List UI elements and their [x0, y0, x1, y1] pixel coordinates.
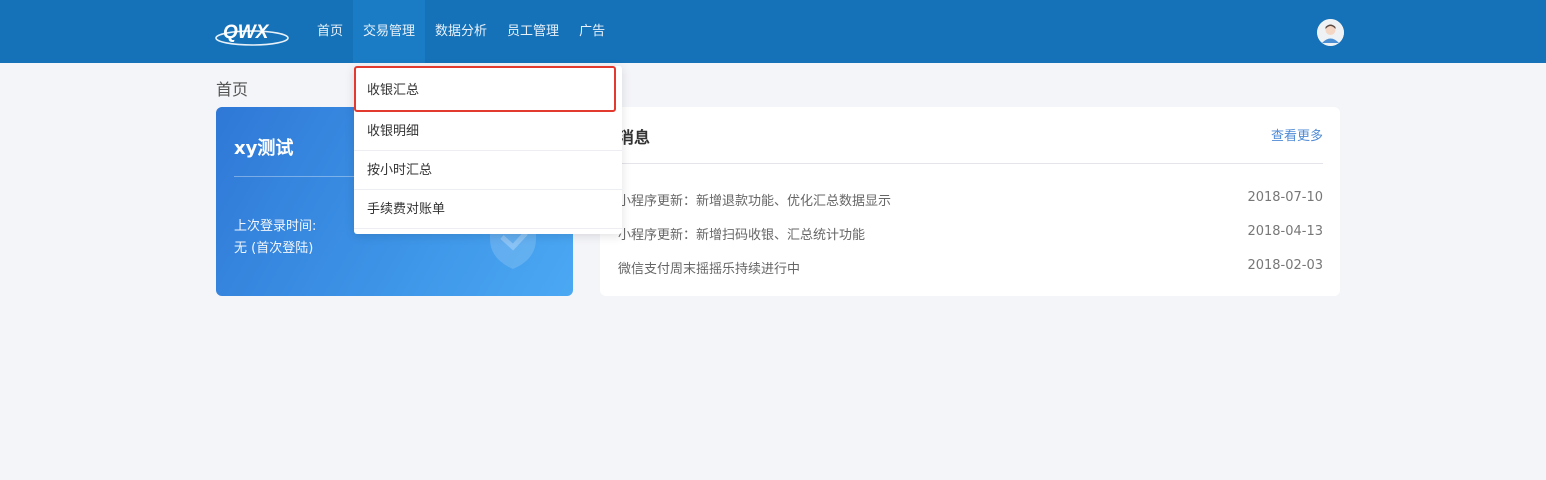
main-nav: 首页 交易管理 数据分析 员工管理 广告 — [307, 0, 615, 63]
message-item[interactable]: 微信支付周末摇摇乐持续进行中 2018-02-03 — [618, 258, 1323, 278]
last-login-value: 无 (首次登陆) — [234, 241, 314, 256]
nav-staff[interactable]: 员工管理 — [497, 0, 569, 63]
page-title: 首页 — [216, 80, 249, 99]
messages-title: 消息 — [618, 128, 651, 147]
nav-transactions[interactable]: 交易管理 — [353, 0, 426, 63]
qwx-logo[interactable]: QWX — [214, 18, 290, 48]
last-login-label: 上次登录时间: — [234, 219, 317, 234]
messages-card: 消息 查看更多 小程序更新：新增退款功能、优化汇总数据显示 2018-07-10… — [600, 107, 1340, 296]
avatar-icon — [1317, 19, 1344, 46]
nav-ads[interactable]: 广告 — [569, 0, 615, 63]
svg-text:QWX: QWX — [223, 22, 270, 43]
message-date: 2018-04-13 — [1247, 224, 1323, 239]
view-more-link[interactable]: 查看更多 — [1271, 125, 1323, 144]
message-date: 2018-07-10 — [1247, 190, 1323, 205]
menu-item-cashier-detail[interactable]: 收银明细 — [354, 112, 622, 151]
message-date: 2018-02-03 — [1247, 258, 1323, 273]
menu-item-hourly-summary[interactable]: 按小时汇总 — [354, 151, 622, 190]
message-text: 小程序更新：新增退款功能、优化汇总数据显示 — [618, 194, 892, 209]
message-item[interactable]: 小程序更新：新增退款功能、优化汇总数据显示 2018-07-10 — [618, 190, 1323, 210]
message-text: 小程序更新：新增扫码收银、汇总统计功能 — [618, 228, 866, 243]
menu-item-fee-statement[interactable]: 手续费对账单 — [354, 190, 622, 229]
top-navbar: QWX 首页 交易管理 数据分析 员工管理 广告 — [0, 0, 1546, 63]
nav-analytics[interactable]: 数据分析 — [425, 0, 497, 63]
transactions-dropdown: 收银汇总 收银明细 按小时汇总 手续费对账单 — [354, 66, 622, 234]
user-avatar[interactable] — [1317, 19, 1344, 46]
message-item[interactable]: 小程序更新：新增扫码收银、汇总统计功能 2018-04-13 — [618, 224, 1323, 244]
user-name: xy测试 — [234, 138, 294, 159]
nav-home[interactable]: 首页 — [307, 0, 353, 63]
menu-item-cashier-summary[interactable]: 收银汇总 — [354, 66, 616, 112]
message-text: 微信支付周末摇摇乐持续进行中 — [618, 262, 801, 277]
messages-divider — [618, 163, 1323, 164]
